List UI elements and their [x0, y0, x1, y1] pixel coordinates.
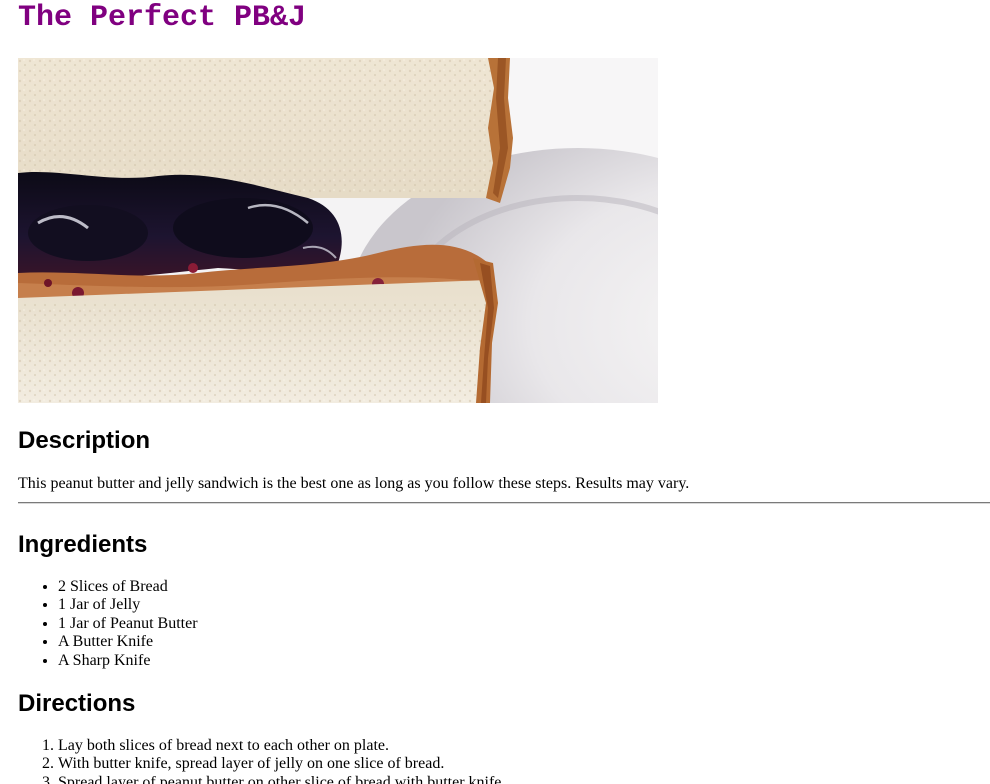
ingredient-item: A Sharp Knife	[58, 652, 198, 670]
directions-heading: Directions	[18, 690, 136, 717]
ingredients-heading: Ingredients	[18, 531, 148, 558]
directions-list: Lay both slices of bread next to each ot…	[18, 737, 505, 784]
page-title: The Perfect PB&J	[18, 1, 307, 35]
ingredient-item: 1 Jar of Jelly	[58, 596, 198, 614]
description-text: This peanut butter and jelly sandwich is…	[18, 475, 690, 492]
direction-step: With butter knife, spread layer of jelly…	[58, 755, 505, 773]
section-divider	[18, 502, 990, 504]
direction-step: Spread layer of peanut butter on other s…	[58, 774, 505, 784]
ingredient-item: 2 Slices of Bread	[58, 578, 198, 596]
description-heading: Description	[18, 427, 151, 454]
direction-step: Lay both slices of bread next to each ot…	[58, 737, 505, 755]
ingredient-item: A Butter Knife	[58, 633, 198, 651]
ingredient-item: 1 Jar of Peanut Butter	[58, 615, 198, 633]
ingredients-list: 2 Slices of Bread 1 Jar of Jelly 1 Jar o…	[18, 578, 198, 670]
sandwich-image	[18, 58, 658, 403]
